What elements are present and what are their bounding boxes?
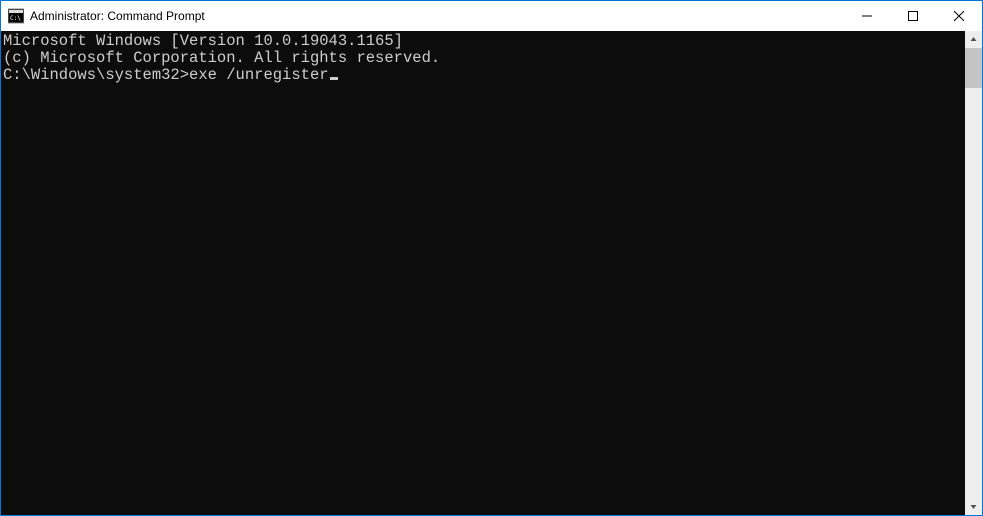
console-area: Microsoft Windows [Version 10.0.19043.11… [1, 31, 982, 515]
vertical-scrollbar[interactable] [965, 31, 982, 515]
scroll-track[interactable] [965, 48, 982, 498]
copyright-line: (c) Microsoft Corporation. All rights re… [3, 50, 965, 67]
maximize-button[interactable] [890, 1, 936, 31]
console-output[interactable]: Microsoft Windows [Version 10.0.19043.11… [1, 31, 965, 515]
window-title: Administrator: Command Prompt [30, 9, 844, 23]
minimize-button[interactable] [844, 1, 890, 31]
window-controls [844, 1, 982, 31]
command-text: exe /unregister [189, 66, 329, 84]
prompt-text: C:\Windows\system32> [3, 66, 189, 84]
version-line: Microsoft Windows [Version 10.0.19043.11… [3, 33, 965, 50]
cmd-icon: C:\ [8, 8, 24, 24]
titlebar[interactable]: C:\ Administrator: Command Prompt [1, 1, 982, 31]
svg-text:C:\: C:\ [10, 15, 21, 22]
scroll-down-button[interactable] [965, 498, 982, 515]
scroll-thumb[interactable] [965, 48, 982, 88]
cursor [330, 77, 338, 80]
close-button[interactable] [936, 1, 982, 31]
command-prompt-window: C:\ Administrator: Command Prompt Micros… [0, 0, 983, 516]
prompt-line: C:\Windows\system32>exe /unregister [3, 67, 965, 84]
scroll-up-button[interactable] [965, 31, 982, 48]
